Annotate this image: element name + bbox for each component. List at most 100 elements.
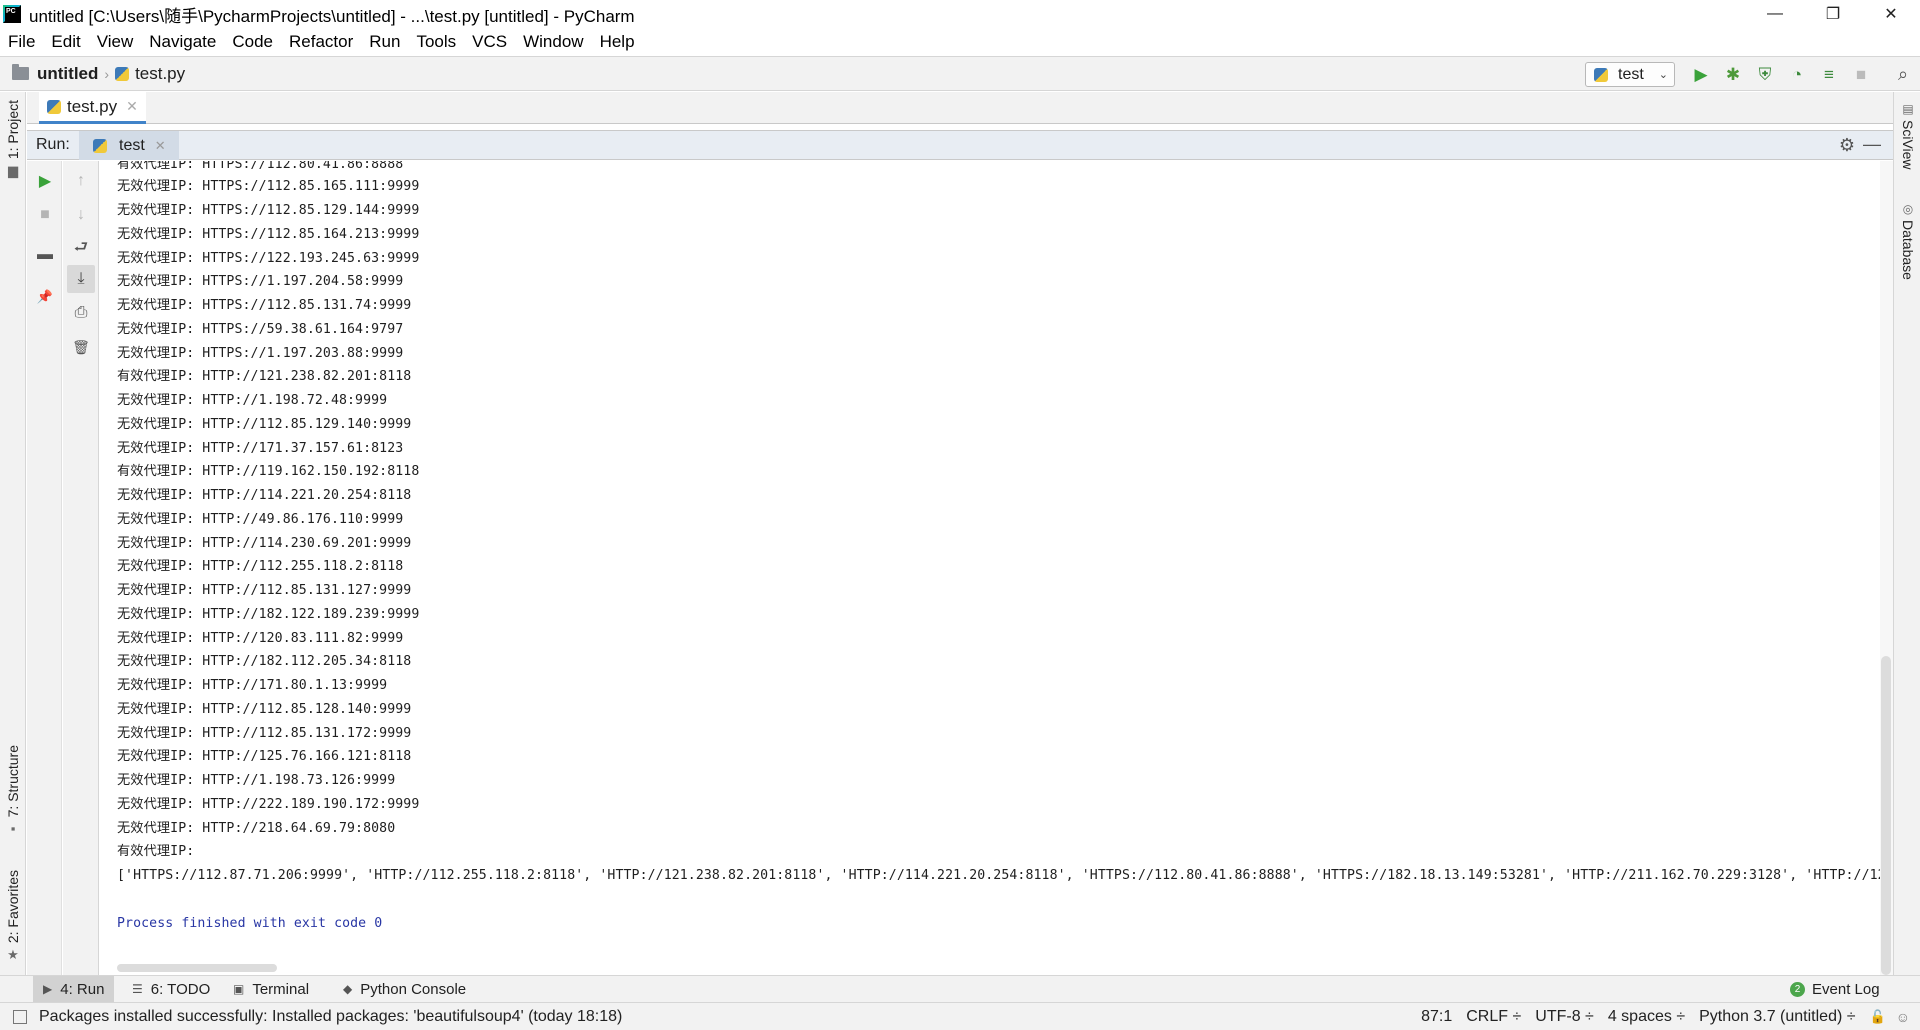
status-widgets: 87:1 CRLF ÷ UTF-8 ÷ 4 spaces ÷ Python 3.… xyxy=(1421,1003,1920,1030)
console-vertical-scrollbar[interactable] xyxy=(1880,161,1893,975)
restore-layout-icon[interactable]: ▬ xyxy=(31,241,59,269)
run-panel-label: Run: xyxy=(36,136,70,153)
chevron-down-icon: ⌄ xyxy=(1658,69,1668,81)
restore-button[interactable]: ❐ xyxy=(1804,0,1862,28)
run-tool-label: 4: Run xyxy=(60,980,105,998)
coverage-icon[interactable]: ⛨ xyxy=(1749,62,1781,87)
star-icon: ★ xyxy=(7,947,19,963)
run-tool-button[interactable]: ▶ 4: Run xyxy=(33,976,115,1002)
console-line: 无效代理IP: HTTP://112.85.128.140:9999 xyxy=(117,702,412,717)
console-line: 无效代理IP: HTTP://49.86.176.110:9999 xyxy=(117,512,404,527)
console-line: 无效代理IP: HTTPS://122.193.245.63:9999 xyxy=(117,251,420,266)
rerun-icon[interactable]: ▶ xyxy=(31,167,59,195)
breadcrumb-file[interactable]: test.py xyxy=(135,64,185,84)
left-tool-stripe: 1: Project ▆ 7: Structure ▪ 2: Favorites… xyxy=(0,92,26,975)
indent-widget[interactable]: 4 spaces ÷ xyxy=(1608,1008,1685,1026)
toggle-tool-windows-icon[interactable] xyxy=(13,1009,27,1024)
menu-navigate[interactable]: Navigate xyxy=(141,32,224,52)
database-icon: ◎ xyxy=(1902,202,1914,216)
terminal-tool-label: Terminal xyxy=(252,980,310,998)
console-line: 无效代理IP: HTTP://112.85.129.140:9999 xyxy=(117,417,412,432)
console-line: 无效代理IP: HTTP://218.64.69.79:8080 xyxy=(117,821,396,836)
run-configuration-select[interactable]: test ⌄ xyxy=(1585,62,1675,87)
project-tool-tab[interactable]: 1: Project ▆ xyxy=(2,100,24,179)
soft-wrap-icon[interactable]: ⮐ xyxy=(67,235,95,263)
menu-edit[interactable]: Edit xyxy=(43,32,88,52)
arrow-up-icon[interactable]: ↑ xyxy=(67,167,95,195)
console-line: 无效代理IP: HTTP://125.76.166.121:8118 xyxy=(117,749,412,764)
arrow-down-icon[interactable]: ↓ xyxy=(67,201,95,229)
profile-icon[interactable]: ◔ xyxy=(1781,62,1813,87)
console-horizontal-scrollbar[interactable] xyxy=(117,964,277,972)
editor-tab-test-py[interactable]: test.py ✕ xyxy=(39,92,146,124)
search-everywhere-icon[interactable]: ⌕ xyxy=(1888,62,1918,87)
hide-panel-icon[interactable]: — xyxy=(1863,134,1881,155)
python-console-tool-button[interactable]: ◆ Python Console xyxy=(343,976,466,1002)
python-file-icon xyxy=(115,66,130,81)
window-title: untitled [C:\Users\随手\PycharmProjects\un… xyxy=(29,6,635,26)
stop-icon[interactable]: ■ xyxy=(1845,62,1877,87)
print-icon[interactable]: ⎙ xyxy=(67,299,95,327)
run-icon[interactable]: ▶ xyxy=(1685,62,1717,87)
console-line: 无效代理IP: HTTP://112.85.131.172:9999 xyxy=(117,726,412,741)
sciview-tool-tab[interactable]: ▤ SciView xyxy=(1898,102,1918,170)
console-line: 无效代理IP: HTTP://222.189.190.172:9999 xyxy=(117,797,420,812)
close-window-button[interactable]: ✕ xyxy=(1862,0,1920,28)
line-separator-widget[interactable]: CRLF ÷ xyxy=(1466,1008,1521,1026)
pycharm-logo-icon: PC xyxy=(3,5,21,23)
menu-file[interactable]: File xyxy=(0,32,43,52)
console-line: 无效代理IP: HTTP://182.122.189.239:9999 xyxy=(117,607,420,622)
right-tool-stripe: ▤ SciView ◎ Database xyxy=(1893,92,1920,975)
structure-tool-tab[interactable]: 7: Structure ▪ xyxy=(2,745,24,836)
folder-icon xyxy=(12,64,29,80)
menu-view[interactable]: View xyxy=(89,32,142,52)
event-log-button[interactable]: 2 Event Log xyxy=(1790,976,1880,1002)
lock-icon[interactable]: 🔓 xyxy=(1870,1009,1886,1025)
menu-bar: File Edit View Navigate Code Refactor Ru… xyxy=(0,28,1920,56)
console-output[interactable]: 有效代理IP: HTTPS://112.80.41.86:8888 无效代理IP… xyxy=(100,161,1880,975)
run-toolbar-secondary: ↑ ↓ ⮐ ⤓ ⎙ 🗑 xyxy=(63,161,99,975)
menu-help[interactable]: Help xyxy=(592,32,643,52)
concurrency-icon[interactable]: ≡ xyxy=(1813,62,1845,87)
breadcrumb-project[interactable]: untitled xyxy=(37,64,98,84)
console-line: 无效代理IP: HTTP://114.221.20.254:8118 xyxy=(117,488,412,503)
encoding-widget[interactable]: UTF-8 ÷ xyxy=(1535,1008,1594,1026)
trash-icon[interactable]: 🗑 xyxy=(67,333,95,361)
scrollbar-thumb[interactable] xyxy=(1881,656,1891,975)
menu-tools[interactable]: Tools xyxy=(408,32,464,52)
database-tool-tab[interactable]: ◎ Database xyxy=(1898,202,1918,280)
console-line: 无效代理IP: HTTP://112.85.131.127:9999 xyxy=(117,583,412,598)
stop-icon[interactable]: ■ xyxy=(31,201,59,229)
todo-tool-button[interactable]: ☰ 6: TODO xyxy=(132,976,210,1002)
minimize-button[interactable]: — xyxy=(1746,0,1804,28)
console-line: 无效代理IP: HTTP://112.255.118.2:8118 xyxy=(117,559,404,574)
breadcrumb: untitled › test.py xyxy=(0,64,185,84)
scroll-to-end-icon[interactable]: ⤓ xyxy=(67,265,95,293)
run-tab-test[interactable]: test ✕ xyxy=(79,131,179,160)
breadcrumb-separator: › xyxy=(104,65,110,82)
feedback-face-icon[interactable]: ☺ xyxy=(1896,1009,1910,1025)
event-log-label: Event Log xyxy=(1812,980,1880,998)
console-line: 无效代理IP: HTTPS://112.85.164.213:9999 xyxy=(117,227,420,242)
interpreter-widget[interactable]: Python 3.7 (untitled) ÷ xyxy=(1699,1008,1855,1026)
menu-refactor[interactable]: Refactor xyxy=(281,32,361,52)
sciview-icon: ▤ xyxy=(1902,102,1914,116)
menu-run[interactable]: Run xyxy=(361,32,408,52)
close-tab-icon[interactable]: ✕ xyxy=(126,98,138,115)
menu-vcs[interactable]: VCS xyxy=(464,32,515,52)
status-message[interactable]: Packages installed successfully: Install… xyxy=(39,1008,622,1026)
favorites-tool-tab[interactable]: 2: Favorites ★ xyxy=(2,870,24,963)
menu-code[interactable]: Code xyxy=(224,32,281,52)
pin-tab-icon[interactable]: 📌 xyxy=(31,283,59,311)
tool-windows-bar: ▶ 4: Run ☰ 6: TODO ▣ Terminal ◆ Python C… xyxy=(0,975,1920,1002)
console-line: 无效代理IP: HTTP://171.37.157.61:8123 xyxy=(117,441,404,456)
gear-icon[interactable]: ⚙ xyxy=(1839,135,1855,156)
todo-icon: ☰ xyxy=(132,982,143,996)
debug-icon[interactable]: ✱ xyxy=(1717,62,1749,87)
close-run-tab-icon[interactable]: ✕ xyxy=(155,138,166,154)
terminal-tool-button[interactable]: ▣ Terminal xyxy=(233,976,309,1002)
console-line: 无效代理IP: HTTPS://1.197.204.58:9999 xyxy=(117,274,404,289)
caret-position[interactable]: 87:1 xyxy=(1421,1008,1452,1026)
console-line: 无效代理IP: HTTP://1.198.72.48:9999 xyxy=(117,393,388,408)
menu-window[interactable]: Window xyxy=(515,32,591,52)
